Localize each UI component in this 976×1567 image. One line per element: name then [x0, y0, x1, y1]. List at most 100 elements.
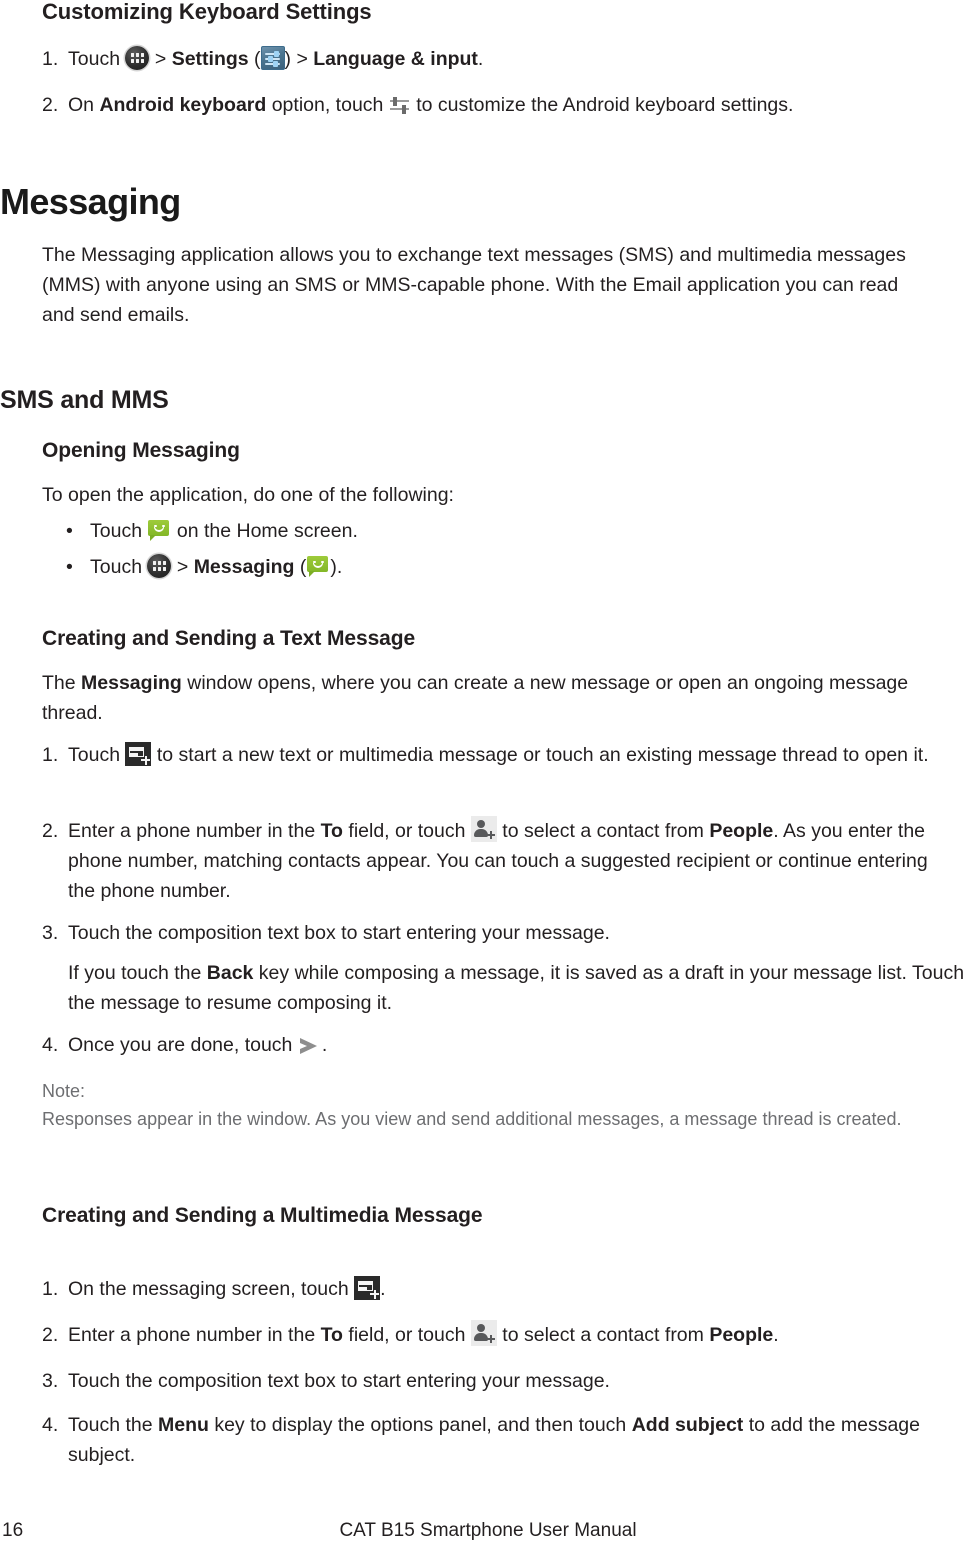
settings-icon[interactable]: [260, 46, 285, 70]
sms-mms-heading: SMS and MMS: [0, 386, 169, 414]
step-body: On Android keyboard option, touch to cus…: [68, 90, 942, 120]
settings-label: Settings: [171, 48, 249, 70]
text-message-step-2: 2. Enter a phone number in the To field,…: [42, 816, 952, 906]
text-message-step-3-note: If you touch the Back key while composin…: [68, 958, 973, 1018]
messaging-icon[interactable]: [147, 518, 171, 542]
new-message-icon[interactable]: [125, 742, 152, 766]
messaging-icon[interactable]: [306, 554, 330, 578]
step-number: 1.: [42, 744, 59, 766]
paren-open-2: (: [294, 556, 307, 578]
step-number: 3.: [42, 922, 59, 944]
step-number: 4.: [42, 1034, 59, 1056]
people-label: People: [709, 1324, 774, 1346]
bullet-marker: •: [66, 520, 73, 542]
back-key-prefix: If you touch the: [68, 962, 207, 984]
start-new-message-text: to start a new text or multimedia messag…: [151, 744, 929, 766]
multimedia-step-4: 4. Touch the Menu key to display the opt…: [42, 1410, 952, 1470]
step-body: On the messaging screen, touch .: [68, 1274, 952, 1304]
on-label: On: [68, 94, 100, 116]
multimedia-step-2: 2. Enter a phone number in the To field,…: [42, 1320, 952, 1350]
step-number: 1.: [42, 48, 59, 70]
keyboard-step-1: 1. Touch > Settings () > Language & inpu…: [42, 44, 942, 74]
back-key-label: Back: [206, 962, 254, 984]
text-message-step-1: 1. Touch to start a new text or multimed…: [42, 740, 952, 770]
lead-the: The: [42, 672, 82, 694]
people-label: People: [709, 820, 774, 842]
messaging-intro-paragraph: The Messaging application allows you to …: [42, 244, 906, 326]
text-message-step-4: 4. Once you are done, touch .: [42, 1030, 952, 1060]
step-number: 1.: [42, 1278, 59, 1300]
step-body: Touch the composition text box to start …: [68, 1370, 610, 1392]
step-body: Touch > Settings () > Language & input.: [68, 44, 942, 74]
manual-page: Customizing Keyboard Settings 1. Touch >…: [0, 0, 976, 1567]
paren-close-gt: ) >: [284, 48, 314, 70]
app-drawer-icon[interactable]: [147, 554, 172, 578]
text-message-step-3: 3. Touch the composition text box to sta…: [42, 918, 952, 948]
period-m1: .: [380, 1278, 386, 1300]
multimedia-step-3: 3. Touch the composition text box to sta…: [42, 1366, 952, 1396]
note-text: Responses appear in the window. As you v…: [42, 1109, 902, 1129]
touch-label: Touch: [90, 520, 148, 542]
language-input-label: Language & input: [313, 48, 478, 70]
customize-text: to customize the Android keyboard settin…: [410, 94, 794, 116]
period-4: .: [321, 1034, 328, 1056]
select-contact-text: to select a contact from: [496, 820, 710, 842]
keyboard-step-2: 2. On Android keyboard option, touch to …: [42, 90, 942, 120]
messaging-label: Messaging: [193, 556, 295, 578]
page-section-heading: Customizing Keyboard Settings: [42, 0, 372, 24]
page-footer: 16 CAT B15 Smartphone User Manual: [0, 1517, 976, 1545]
new-message-icon[interactable]: [354, 1276, 381, 1300]
add-subject-label: Add subject: [631, 1414, 744, 1436]
step-body: Once you are done, touch .: [68, 1030, 952, 1060]
step-number: 4.: [42, 1414, 59, 1436]
opening-bullet-1: • Touch on the Home screen.: [66, 516, 926, 546]
multimedia-step-1: 1. On the messaging screen, touch .: [42, 1274, 952, 1304]
step-body: Touch the composition text box to start …: [68, 922, 610, 944]
multimedia-message-heading: Creating and Sending a Multimedia Messag…: [42, 1204, 483, 1227]
messaging-heading: Messaging: [0, 181, 181, 222]
paren-open-1: (: [248, 48, 261, 70]
step-number: 2.: [42, 94, 59, 116]
options-panel-text: key to display the options panel, and th…: [208, 1414, 632, 1436]
send-icon[interactable]: [298, 1036, 322, 1056]
opening-bullet-2: • Touch > Messaging ().: [66, 552, 926, 582]
menu-key-label: Menu: [157, 1414, 209, 1436]
text-message-lead: The Messaging window opens, where you ca…: [42, 668, 932, 728]
app-drawer-icon[interactable]: [125, 46, 150, 70]
add-contact-icon[interactable]: [470, 1320, 497, 1346]
enter-phone-text: Enter a phone number in the: [68, 1324, 321, 1346]
home-screen-text: on the Home screen.: [171, 520, 358, 542]
field-or-touch-text: field, or touch: [342, 1324, 471, 1346]
enter-phone-text: Enter a phone number in the: [68, 820, 321, 842]
android-keyboard-label: Android keyboard: [99, 94, 267, 116]
opening-messaging-heading: Opening Messaging: [42, 439, 240, 462]
messaging-label: Messaging: [81, 672, 182, 694]
gt-separator-2: >: [171, 556, 194, 578]
opening-messaging-lead: To open the application, do one of the f…: [42, 484, 454, 506]
option-touch-text: option, touch: [266, 94, 389, 116]
footer-manual-title: CAT B15 Smartphone User Manual: [339, 1520, 637, 1541]
paren-close-2: ).: [330, 556, 343, 578]
bullet-body: Touch on the Home screen.: [90, 516, 926, 546]
to-field-label: To: [320, 820, 343, 842]
step-number: 3.: [42, 1370, 59, 1392]
touch-label: Touch: [90, 556, 148, 578]
note-label: Note:: [42, 1081, 86, 1101]
bullet-body: Touch > Messaging ().: [90, 552, 926, 582]
touch-the-text: Touch the: [68, 1414, 158, 1436]
add-contact-icon[interactable]: [470, 816, 497, 842]
sliders-icon[interactable]: [389, 94, 411, 116]
messaging-screen-text: On the messaging screen, touch: [68, 1278, 355, 1300]
step-number: 2.: [42, 1324, 59, 1346]
to-field-label: To: [320, 1324, 343, 1346]
step-number: 2.: [42, 820, 59, 842]
gt-separator-1: >: [149, 48, 172, 70]
touch-label: Touch: [68, 744, 126, 766]
step-body: Enter a phone number in the To field, or…: [68, 816, 952, 906]
select-contact-text: to select a contact from: [496, 1324, 710, 1346]
once-done-text: Once you are done, touch: [68, 1034, 298, 1056]
step-body: Touch to start a new text or multimedia …: [68, 740, 952, 770]
step-body: Touch the Menu key to display the option…: [68, 1410, 952, 1470]
step-body: Enter a phone number in the To field, or…: [68, 1320, 952, 1350]
text-message-heading: Creating and Sending a Text Message: [42, 627, 416, 650]
